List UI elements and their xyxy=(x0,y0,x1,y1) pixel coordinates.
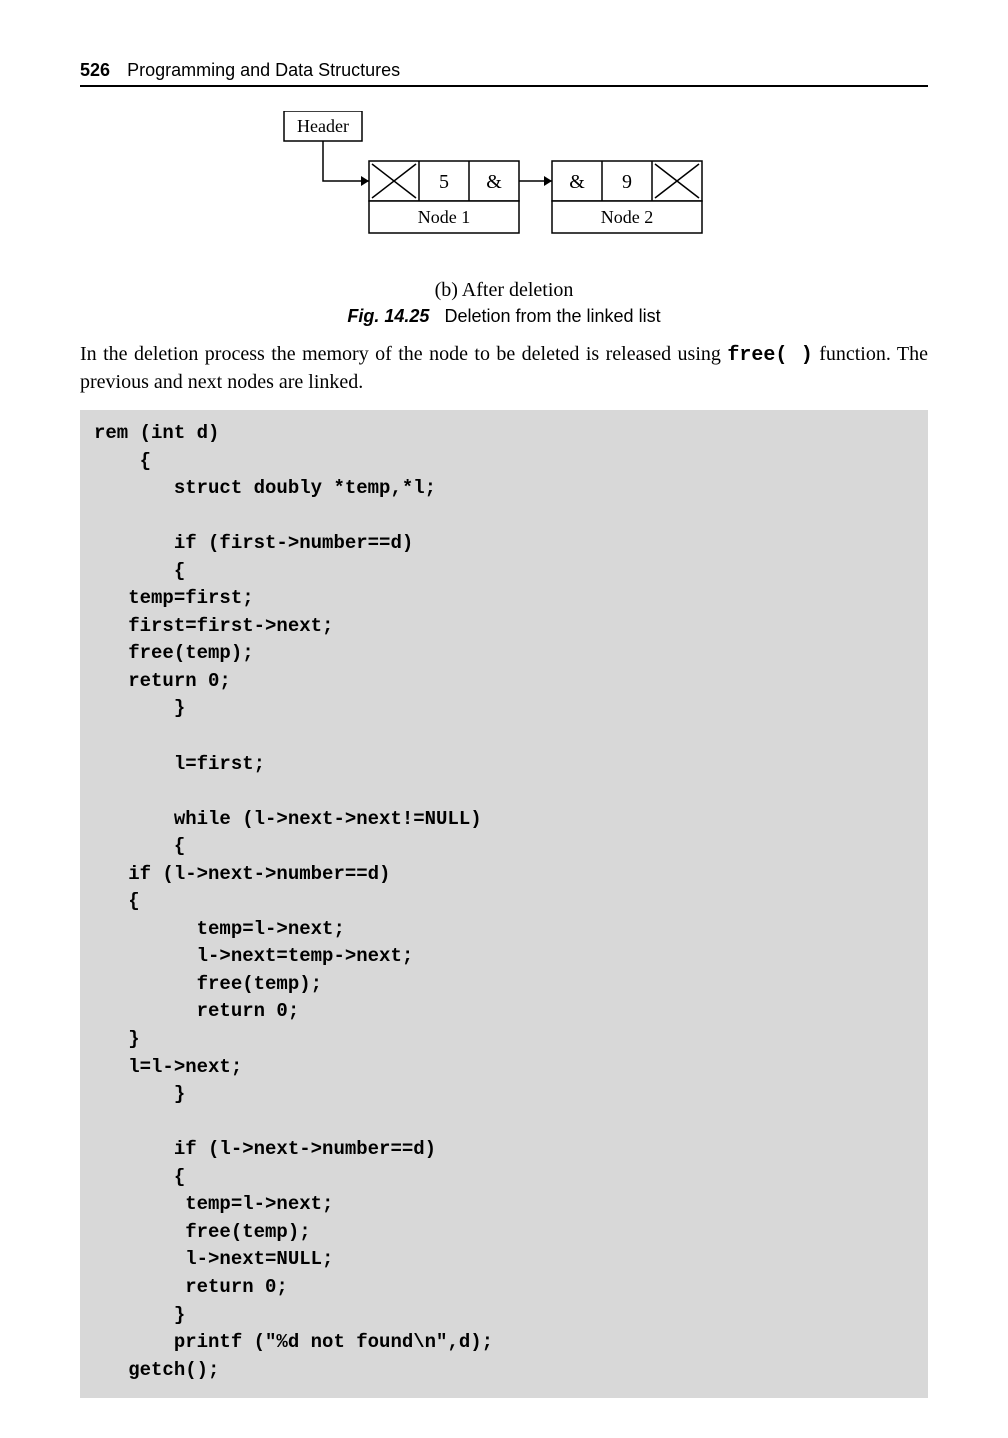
node2-ptr: & xyxy=(569,171,585,193)
subcaption: (b) After deletion xyxy=(80,279,928,302)
code-block: rem (int d) { struct doubly *temp,*l; if… xyxy=(80,410,928,1398)
figure-diagram: Header 5 & Node 1 & 9 xyxy=(80,111,928,271)
book-title: Programming and Data Structures xyxy=(127,60,400,80)
node2-label: Node 2 xyxy=(601,207,654,227)
paragraph-func: free( ) xyxy=(727,344,812,367)
figure-caption: Fig. 14.25 Deletion from the linked list xyxy=(80,306,928,327)
node1-ptr: & xyxy=(486,171,502,193)
paragraph: In the deletion process the memory of th… xyxy=(80,341,928,396)
header-box-label: Header xyxy=(297,116,349,136)
node2-value: 9 xyxy=(622,171,632,193)
running-header: 526 Programming and Data Structures xyxy=(80,60,928,87)
paragraph-pre: In the deletion process the memory of th… xyxy=(80,343,727,365)
node1-label: Node 1 xyxy=(418,207,471,227)
figure-label: Fig. 14.25 xyxy=(347,306,429,326)
page: 526 Programming and Data Structures Head… xyxy=(0,0,1008,1438)
page-number: 526 xyxy=(80,60,110,80)
linked-list-svg: Header 5 & Node 1 & 9 xyxy=(274,111,734,271)
node1-value: 5 xyxy=(439,171,449,193)
figure-text: Deletion from the linked list xyxy=(444,306,660,326)
